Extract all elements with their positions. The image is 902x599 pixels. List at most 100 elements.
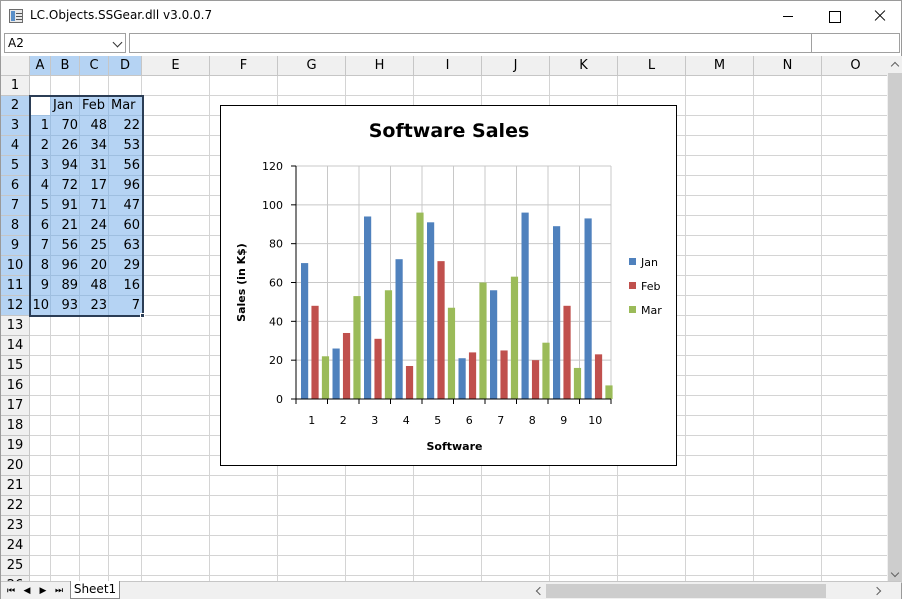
legend-swatch-jan	[629, 258, 636, 265]
scroll-up-icon[interactable]	[887, 56, 902, 73]
row-header-9[interactable]: 9	[1, 236, 30, 256]
row-header-14[interactable]: 14	[1, 336, 30, 356]
column-header-b[interactable]: B	[51, 56, 80, 76]
y-tick-label: 20	[269, 354, 283, 367]
y-tick-label: 80	[269, 238, 283, 251]
row-header-17[interactable]: 17	[1, 396, 30, 416]
horizontal-scroll-thumb[interactable]	[546, 584, 826, 598]
fill-handle[interactable]	[140, 313, 145, 318]
bar-feb-10	[594, 354, 603, 399]
software-sales-chart[interactable]: Software Sales 0 20 40 60 80 100 120 1 2 3 4 5 6 7 8 9 10…	[220, 105, 677, 466]
vertical-scrollbar[interactable]	[887, 56, 902, 583]
column-header-d[interactable]: D	[109, 56, 142, 76]
name-box-value: A2	[8, 36, 24, 50]
row-header-21[interactable]: 21	[1, 476, 30, 496]
grid-line	[30, 535, 887, 536]
last-sheet-icon[interactable]: ⏭	[51, 582, 67, 599]
bar-feb-6	[468, 352, 477, 399]
row-header-13[interactable]: 13	[1, 316, 30, 336]
title-bar: LC.Objects.SSGear.dll v3.0.0.7	[1, 1, 901, 31]
scroll-right-icon[interactable]	[871, 582, 887, 599]
x-tick-label: 7	[497, 414, 504, 427]
column-header-m[interactable]: M	[686, 56, 754, 76]
formula-bar-divider	[811, 33, 900, 53]
grid-line	[30, 575, 887, 576]
bar-jan-6	[458, 358, 466, 399]
row-header-18[interactable]: 18	[1, 416, 30, 436]
row-header-10[interactable]: 10	[1, 256, 30, 276]
row-header-4[interactable]: 4	[1, 136, 30, 156]
column-header-g[interactable]: G	[278, 56, 346, 76]
bar-feb-3	[374, 338, 382, 399]
column-header-h[interactable]: H	[346, 56, 414, 76]
bar-feb-2	[342, 332, 351, 399]
row-header-19[interactable]: 19	[1, 436, 30, 456]
column-header-o[interactable]: O	[822, 56, 887, 76]
x-tick-label: 1	[308, 414, 315, 427]
bar-feb-4	[405, 365, 414, 399]
column-header-e[interactable]: E	[142, 56, 210, 76]
row-header-16[interactable]: 16	[1, 376, 30, 396]
row-header-6[interactable]: 6	[1, 176, 30, 196]
row-header-3[interactable]: 3	[1, 116, 30, 136]
spreadsheet-app-icon	[9, 9, 23, 23]
prev-sheet-icon[interactable]: ◀	[19, 582, 35, 599]
bar-mar-1	[321, 356, 330, 399]
row-header-2[interactable]: 2	[1, 96, 30, 116]
select-all-corner[interactable]	[1, 56, 30, 76]
row-header-11[interactable]: 11	[1, 276, 30, 296]
row-header-22[interactable]: 22	[1, 496, 30, 516]
column-header-k[interactable]: K	[550, 56, 618, 76]
horizontal-scrollbar[interactable]	[530, 582, 887, 599]
column-header-c[interactable]: C	[80, 56, 109, 76]
bar-feb-9	[563, 305, 571, 399]
legend-label-feb: Feb	[641, 280, 660, 293]
grid-line	[821, 76, 822, 581]
grid-line	[30, 555, 887, 556]
grid-line	[30, 495, 887, 496]
row-header-25[interactable]: 25	[1, 556, 30, 576]
column-header-i[interactable]: I	[414, 56, 482, 76]
row-header-5[interactable]: 5	[1, 156, 30, 176]
bar-feb-8	[531, 360, 540, 399]
chart-canvas: Software Sales 0 20 40 60 80 100 120 1 2 3 4 5 6 7 8 9 10…	[235, 120, 662, 453]
grid-line	[685, 76, 686, 581]
chevron-down-icon[interactable]	[112, 37, 123, 48]
close-button[interactable]	[857, 1, 902, 31]
column-header-j[interactable]: J	[482, 56, 550, 76]
column-header-n[interactable]: N	[754, 56, 822, 76]
bar-mar-10	[605, 385, 613, 399]
formula-input[interactable]	[129, 33, 900, 53]
row-header-1[interactable]: 1	[1, 76, 30, 96]
vertical-scroll-thumb[interactable]	[888, 73, 902, 583]
bar-jan-4	[395, 259, 403, 399]
first-sheet-icon[interactable]: ⏮	[3, 582, 19, 599]
row-header-7[interactable]: 7	[1, 196, 30, 216]
x-axis-title: Software	[427, 440, 483, 453]
scroll-left-icon[interactable]	[530, 582, 546, 599]
y-tick-label: 0	[276, 393, 283, 406]
maximize-button[interactable]	[811, 1, 857, 31]
row-header-15[interactable]: 15	[1, 356, 30, 376]
bar-jan-3	[364, 216, 372, 399]
row-header-24[interactable]: 24	[1, 536, 30, 556]
row-header-8[interactable]: 8	[1, 216, 30, 236]
grid-line	[209, 76, 210, 581]
selection-border	[29, 95, 144, 317]
sheet-tab-sheet1[interactable]: Sheet1	[70, 581, 120, 599]
bar-mar-8	[542, 342, 550, 399]
minimize-button[interactable]	[765, 1, 811, 31]
row-header-23[interactable]: 23	[1, 516, 30, 536]
x-tick-label: 4	[403, 414, 410, 427]
column-header-l[interactable]: L	[618, 56, 686, 76]
column-header-f[interactable]: F	[210, 56, 278, 76]
row-header-20[interactable]: 20	[1, 456, 30, 476]
bar-feb-1	[311, 305, 319, 399]
name-box[interactable]: A2	[4, 33, 126, 53]
column-header-a[interactable]: A	[30, 56, 51, 76]
x-tick-label: 2	[340, 414, 347, 427]
app-window: LC.Objects.SSGear.dll v3.0.0.7 A2 ABCDEF…	[0, 0, 902, 599]
next-sheet-icon[interactable]: ▶	[35, 582, 51, 599]
row-header-12[interactable]: 12	[1, 296, 30, 316]
legend-swatch-feb	[629, 282, 636, 289]
